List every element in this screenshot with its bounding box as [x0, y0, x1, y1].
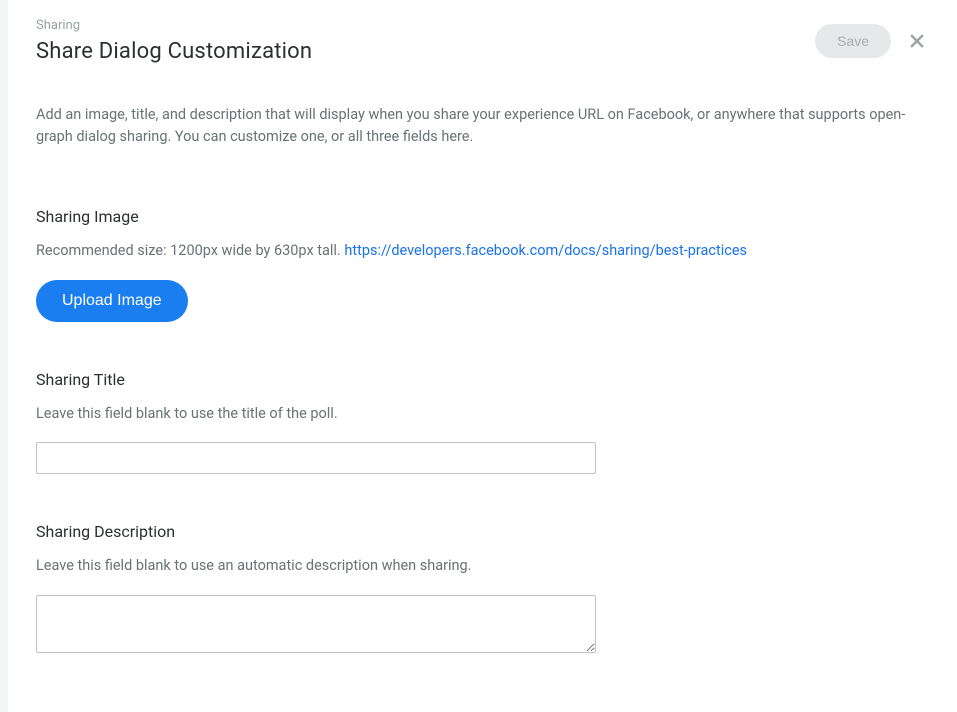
sharing-title-heading: Sharing Title	[36, 370, 929, 389]
share-dialog-modal: Sharing Share Dialog Customization Save …	[8, 0, 957, 712]
best-practices-link[interactable]: https://developers.facebook.com/docs/sha…	[344, 242, 747, 259]
sharing-image-section: Sharing Image Recommended size: 1200px w…	[36, 207, 929, 322]
header-text-group: Sharing Share Dialog Customization	[36, 18, 815, 64]
breadcrumb: Sharing	[36, 18, 815, 33]
save-button[interactable]: Save	[815, 24, 891, 58]
sharing-title-hint: Leave this field blank to use the title …	[36, 403, 929, 425]
sharing-description-section: Sharing Description Leave this field bla…	[36, 522, 929, 657]
intro-description: Add an image, title, and description tha…	[36, 104, 929, 149]
header-actions: Save	[815, 18, 929, 58]
sharing-description-heading: Sharing Description	[36, 522, 929, 541]
sharing-image-hint-prefix: Recommended size: 1200px wide by 630px t…	[36, 242, 344, 259]
upload-image-button[interactable]: Upload Image	[36, 280, 188, 322]
sharing-image-heading: Sharing Image	[36, 207, 929, 226]
page-title: Share Dialog Customization	[36, 39, 815, 64]
sharing-image-hint: Recommended size: 1200px wide by 630px t…	[36, 240, 929, 262]
left-background-strip	[0, 0, 8, 712]
sharing-title-section: Sharing Title Leave this field blank to …	[36, 370, 929, 475]
sharing-description-hint: Leave this field blank to use an automat…	[36, 555, 929, 577]
sharing-title-input[interactable]	[36, 442, 596, 474]
modal-header: Sharing Share Dialog Customization Save	[36, 18, 929, 64]
close-icon[interactable]	[905, 29, 929, 53]
sharing-description-input[interactable]	[36, 595, 596, 653]
